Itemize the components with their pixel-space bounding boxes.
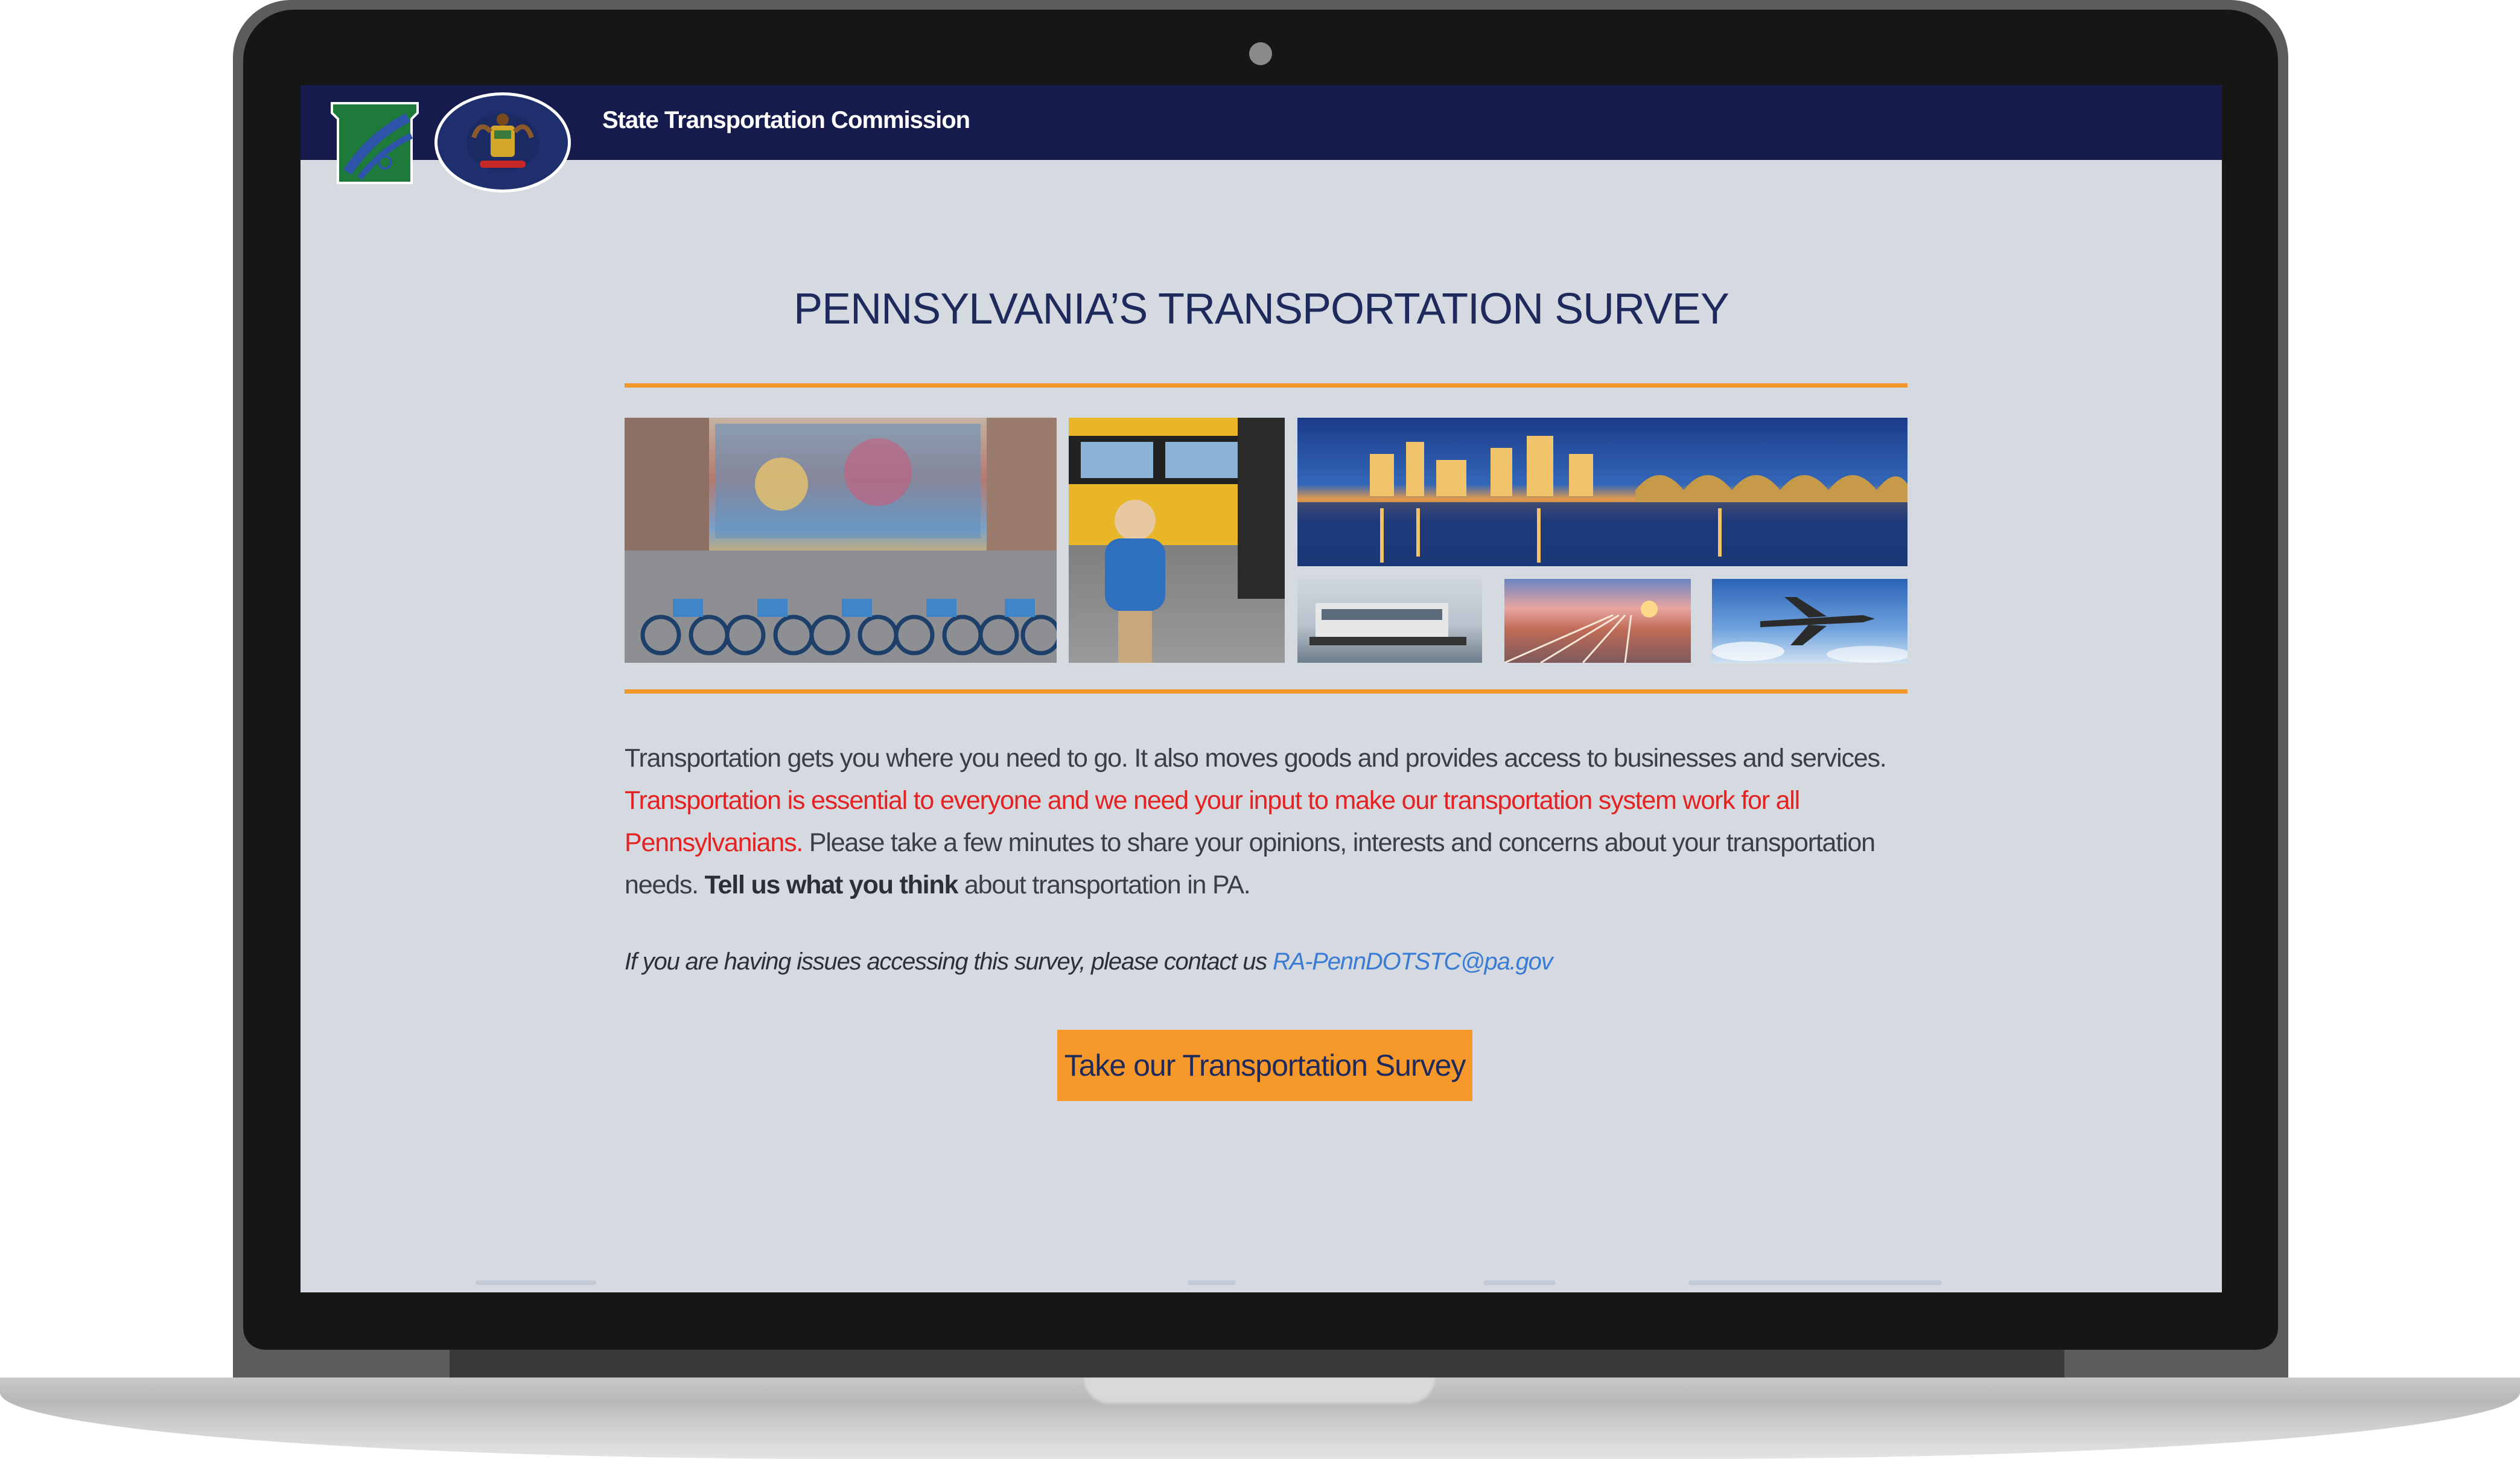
contact-prefix: If you are having issues accessing this … (625, 948, 1273, 975)
webcam (1249, 42, 1272, 65)
contact-line: If you are having issues accessing this … (625, 948, 1916, 975)
footer-hint-2 (1188, 1280, 1236, 1285)
intro-text-1: Transportation gets you where you need t… (625, 744, 1887, 773)
laptop-base-notch (1083, 1378, 1436, 1405)
footer-hint-4 (1688, 1280, 1942, 1285)
footer-hint-3 (1483, 1280, 1556, 1285)
page-title: PENNSYLVANIA’S TRANSPORTATION SURVEY (794, 285, 1729, 333)
footer-hint-1 (476, 1280, 596, 1285)
intro-paragraph: Transportation gets you where you need t… (625, 737, 1916, 906)
river-boat-photo (1297, 579, 1482, 663)
rail-yard-sunset-photo (1504, 579, 1691, 663)
site-header: State Transportation Commission (301, 85, 2222, 193)
school-bus-child-photo (1069, 418, 1285, 663)
browser-screen: State Transportation Commission PENNSYLV… (301, 85, 2222, 1292)
intro-text-3: about transportation in PA. (958, 870, 1251, 899)
site-title[interactable]: State Transportation Commission (602, 107, 970, 137)
harrisburg-skyline-bridge-photo (1297, 418, 1908, 566)
contact-email-link[interactable]: RA-PennDOTSTC@pa.gov (1273, 948, 1553, 975)
bike-share-mural-photo (625, 418, 1057, 663)
keystone-logo-icon[interactable] (329, 100, 420, 187)
state-seal-icon[interactable] (434, 92, 571, 193)
take-survey-button[interactable]: Take our Transportation Survey (1057, 1030, 1472, 1101)
intro-bold-text: Tell us what you think (704, 870, 959, 899)
airplane-sky-photo (1712, 579, 1908, 663)
orange-divider-bottom (625, 689, 1908, 694)
orange-divider-top (625, 383, 1908, 388)
